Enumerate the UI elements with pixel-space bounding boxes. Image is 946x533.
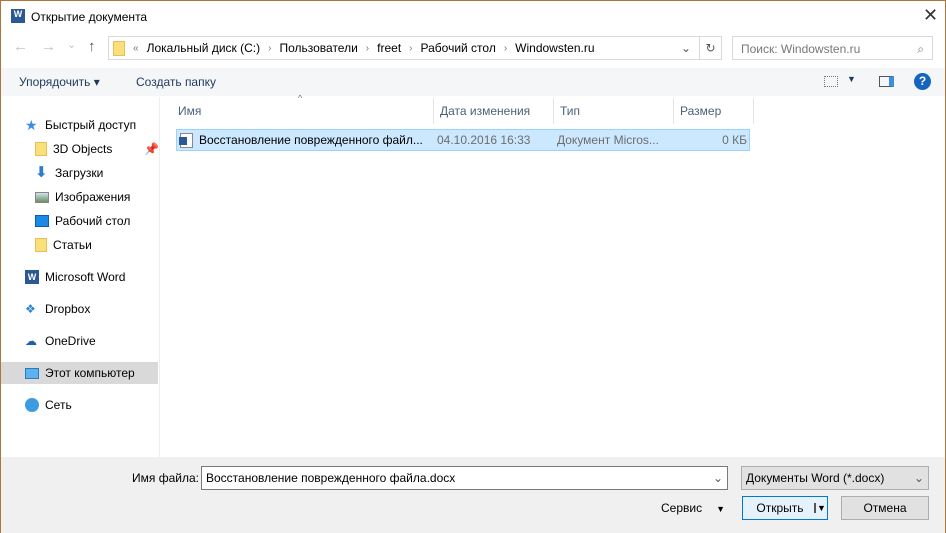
view-options-icon[interactable] — [824, 76, 838, 87]
view-dropdown-icon[interactable]: ▼ — [847, 74, 856, 84]
dropbox-icon: ❖ — [25, 302, 36, 316]
back-button[interactable]: ← — [13, 38, 28, 55]
folder-icon — [35, 238, 47, 252]
sidebar-item-label: 3D Objects — [53, 142, 113, 156]
sidebar-item-label: Сеть — [45, 398, 72, 412]
file-size: 0 КБ — [722, 133, 747, 147]
sidebar-item-label: Microsoft Word — [45, 270, 126, 284]
tools-label: Сервис — [661, 501, 703, 515]
sidebar-item-label: OneDrive — [45, 334, 96, 348]
toolbar: Упорядочить ▾ Создать папку ▼ ? — [1, 68, 945, 96]
sidebar-item-label: Быстрый доступ — [45, 118, 137, 132]
desktop-icon — [35, 215, 49, 227]
column-header-size[interactable]: Размер — [674, 98, 754, 124]
chevron-down-icon: ⌄ — [913, 471, 924, 485]
organize-button[interactable]: Упорядочить ▾ — [19, 75, 100, 89]
download-icon: ⬇ — [35, 164, 48, 181]
refresh-button[interactable]: ↻ — [699, 37, 721, 59]
sidebar-item-label: Загрузки — [55, 166, 104, 180]
sidebar-item-articles[interactable]: Статьи — [1, 234, 158, 256]
computer-icon — [25, 367, 39, 379]
sidebar-item-this-pc[interactable]: Этот компьютер — [1, 362, 158, 384]
word-icon: W — [25, 270, 39, 284]
forward-button[interactable]: → — [41, 38, 56, 55]
up-button[interactable]: ↑ — [88, 38, 96, 55]
filename-input[interactable]: Восстановление поврежденного файла.docx ⌄ — [201, 466, 728, 490]
column-header-name[interactable]: Имя — [172, 98, 434, 124]
file-date: 04.10.2016 16:33 — [437, 133, 531, 147]
word-icon: W — [11, 9, 25, 23]
breadcrumb-item[interactable]: Пользователи — [279, 41, 357, 55]
sidebar-item-onedrive[interactable]: ☁ OneDrive — [1, 330, 158, 352]
navigation-pane: ★ Быстрый доступ 3D Objects 📌 ⬇ Загрузки Из… — [1, 97, 160, 457]
folder-icon — [113, 40, 125, 56]
folder-icon — [35, 142, 47, 156]
open-dialog: W Открытие документа ✕ ← → ⌄ ↑ « Локальн… — [0, 0, 946, 533]
chevron-down-icon[interactable]: ⌄ — [713, 471, 723, 485]
open-dropdown-icon[interactable]: ▼ — [814, 503, 827, 513]
breadcrumb-item[interactable]: Windowsten.ru — [515, 41, 594, 55]
sidebar-item-label: Статьи — [53, 238, 92, 252]
sidebar-item-microsoft-word[interactable]: W Microsoft Word — [1, 266, 158, 288]
address-dropdown-button[interactable]: ⌄ — [681, 41, 691, 55]
filetype-select[interactable]: Документы Word (*.docx) ⌄ — [741, 466, 929, 490]
sidebar-item-label: Рабочий стол — [55, 214, 131, 228]
breadcrumb-item[interactable]: freet — [377, 41, 401, 55]
pin-icon[interactable]: 📌 — [144, 142, 159, 156]
onedrive-icon: ☁ — [25, 334, 37, 348]
open-button[interactable]: Открыть ▼ — [742, 496, 828, 520]
network-icon — [25, 398, 39, 412]
help-button[interactable]: ? — [914, 73, 931, 90]
filename-value: Восстановление поврежденного файла.docx — [206, 471, 456, 485]
close-button[interactable]: ✕ — [923, 5, 938, 26]
address-bar[interactable]: « Локальный диск (C:) › Пользователи › fre… — [108, 36, 722, 60]
pictures-icon — [35, 191, 49, 203]
sidebar-item-3d-objects[interactable]: 3D Objects 📌 — [1, 138, 159, 160]
sidebar-item-label: Этот компьютер — [45, 366, 135, 380]
search-icon: ⌕ — [917, 42, 924, 56]
sidebar-item-dropbox[interactable]: ❖ Dropbox — [1, 298, 158, 320]
window-title: Открытие документа — [31, 10, 148, 24]
filetype-value: Документы Word (*.docx) — [746, 471, 885, 485]
new-folder-button[interactable]: Создать папку — [136, 75, 216, 89]
sidebar-item-label: Изображения — [55, 190, 131, 204]
word-document-icon — [179, 132, 193, 148]
open-label: Открыть — [756, 501, 804, 515]
sidebar-item-quick-access[interactable]: ★ Быстрый доступ — [1, 114, 158, 136]
sidebar-item-pictures[interactable]: Изображения — [1, 186, 158, 208]
filename-label: Имя файла: — [132, 471, 199, 485]
file-type: Документ Micros... — [557, 133, 659, 147]
breadcrumb-item[interactable]: Локальный диск (C:) — [147, 41, 261, 55]
file-row[interactable]: Восстановление поврежденного файл... 04.… — [176, 129, 750, 151]
search-input[interactable]: Поиск: Windowsten.ru ⌕ — [732, 36, 933, 60]
cancel-button[interactable]: Отмена — [841, 496, 929, 520]
overflow-chevron[interactable]: « — [133, 43, 139, 54]
column-header-date[interactable]: Дата изменения — [434, 98, 554, 124]
file-name: Восстановление поврежденного файл... — [199, 133, 423, 147]
star-icon: ★ — [25, 117, 38, 133]
search-placeholder: Поиск: Windowsten.ru — [741, 42, 861, 56]
breadcrumb-item[interactable]: Рабочий стол — [421, 41, 496, 55]
sidebar-item-network[interactable]: Сеть — [1, 394, 158, 416]
sidebar-item-desktop[interactable]: Рабочий стол — [1, 210, 158, 232]
tools-button[interactable]: Сервис ▼ — [661, 501, 725, 515]
sidebar-item-label: Dropbox — [45, 302, 91, 316]
preview-pane-icon[interactable] — [879, 76, 894, 87]
sidebar-item-downloads[interactable]: ⬇ Загрузки — [1, 162, 158, 184]
recent-locations-button[interactable]: ⌄ — [67, 38, 76, 51]
caret-down-icon: ▼ — [716, 504, 726, 514]
column-header-type[interactable]: Тип — [554, 98, 674, 124]
